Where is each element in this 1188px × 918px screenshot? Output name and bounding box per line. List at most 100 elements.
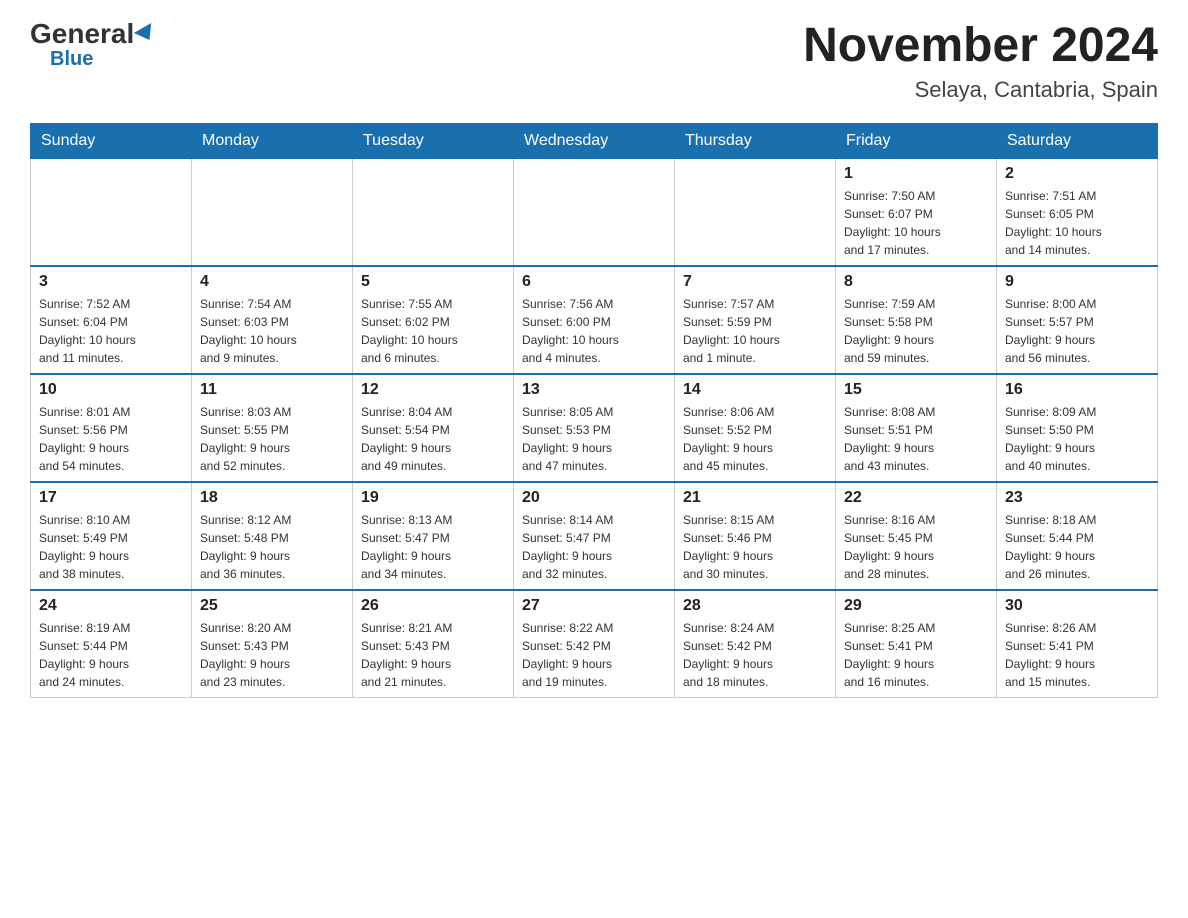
calendar-day-cell: 15 Sunrise: 8:08 AM Sunset: 5:51 PM Dayli… [836, 374, 997, 482]
day-number: 4 [200, 273, 344, 291]
calendar-day-cell: 25Sunrise: 8:20 AM Sunset: 5:43 PM Dayli… [192, 590, 353, 698]
day-number: 2 [1005, 165, 1149, 183]
day-info: Sunrise: 8:25 AM Sunset: 5:41 PM Dayligh… [844, 619, 988, 691]
day-number: 26 [361, 597, 505, 615]
calendar-day-cell: 28Sunrise: 8:24 AM Sunset: 5:42 PM Dayli… [675, 590, 836, 698]
calendar-week-row: 24Sunrise: 8:19 AM Sunset: 5:44 PM Dayli… [31, 590, 1158, 698]
day-number: 23 [1005, 489, 1149, 507]
day-info: Sunrise: 7:52 AM Sunset: 6:04 PM Dayligh… [39, 295, 183, 367]
day-number: 19 [361, 489, 505, 507]
logo-triangle-icon [134, 23, 158, 45]
calendar-day-cell: 17 Sunrise: 8:10 AM Sunset: 5:49 PM Dayli… [31, 482, 192, 590]
day-info: Sunrise: 8:14 AM Sunset: 5:47 PM Dayligh… [522, 511, 666, 583]
calendar-day-cell [192, 158, 353, 266]
day-number: 7 [683, 273, 827, 291]
calendar-day-cell: 30 Sunrise: 8:26 AM Sunset: 5:41 PM Dayli… [997, 590, 1158, 698]
calendar-day-cell [31, 158, 192, 266]
day-info: Sunrise: 7:56 AM Sunset: 6:00 PM Dayligh… [522, 295, 666, 367]
day-number: 3 [39, 273, 183, 291]
calendar-day-cell: 7Sunrise: 7:57 AM Sunset: 5:59 PM Daylig… [675, 266, 836, 374]
day-info: Sunrise: 7:55 AM Sunset: 6:02 PM Dayligh… [361, 295, 505, 367]
day-number: 28 [683, 597, 827, 615]
day-of-week-header: Saturday [997, 123, 1158, 158]
day-of-week-header: Wednesday [514, 123, 675, 158]
day-number: 14 [683, 381, 827, 399]
day-number: 30 [1005, 597, 1149, 615]
calendar-day-cell: 22 Sunrise: 8:16 AM Sunset: 5:45 PM Dayli… [836, 482, 997, 590]
calendar-day-cell: 9Sunrise: 8:00 AM Sunset: 5:57 PM Daylig… [997, 266, 1158, 374]
calendar-day-cell: 29 Sunrise: 8:25 AM Sunset: 5:41 PM Dayli… [836, 590, 997, 698]
day-info: Sunrise: 8:09 AM Sunset: 5:50 PM Dayligh… [1005, 403, 1149, 475]
calendar-day-cell [675, 158, 836, 266]
day-info: Sunrise: 7:50 AM Sunset: 6:07 PM Dayligh… [844, 187, 988, 259]
page-header: General Blue November 2024 Selaya, Canta… [30, 20, 1158, 103]
day-info: Sunrise: 8:26 AM Sunset: 5:41 PM Dayligh… [1005, 619, 1149, 691]
day-info: Sunrise: 8:16 AM Sunset: 5:45 PM Dayligh… [844, 511, 988, 583]
calendar-week-row: 10 Sunrise: 8:01 AM Sunset: 5:56 PM Dayli… [31, 374, 1158, 482]
day-info: Sunrise: 8:01 AM Sunset: 5:56 PM Dayligh… [39, 403, 183, 475]
calendar-day-cell: 19Sunrise: 8:13 AM Sunset: 5:47 PM Dayli… [353, 482, 514, 590]
day-of-week-header: Monday [192, 123, 353, 158]
calendar-day-cell: 16Sunrise: 8:09 AM Sunset: 5:50 PM Dayli… [997, 374, 1158, 482]
calendar-day-cell: 8Sunrise: 7:59 AM Sunset: 5:58 PM Daylig… [836, 266, 997, 374]
day-number: 20 [522, 489, 666, 507]
day-info: Sunrise: 8:18 AM Sunset: 5:44 PM Dayligh… [1005, 511, 1149, 583]
month-title: November 2024 [803, 20, 1158, 73]
location-text: Selaya, Cantabria, Spain [803, 77, 1158, 103]
calendar-day-cell: 23 Sunrise: 8:18 AM Sunset: 5:44 PM Dayli… [997, 482, 1158, 590]
day-info: Sunrise: 8:03 AM Sunset: 5:55 PM Dayligh… [200, 403, 344, 475]
calendar-day-cell: 11Sunrise: 8:03 AM Sunset: 5:55 PM Dayli… [192, 374, 353, 482]
calendar-day-cell: 4 Sunrise: 7:54 AM Sunset: 6:03 PM Daylig… [192, 266, 353, 374]
logo-blue-text: Blue [50, 48, 93, 71]
day-info: Sunrise: 8:04 AM Sunset: 5:54 PM Dayligh… [361, 403, 505, 475]
day-number: 21 [683, 489, 827, 507]
day-number: 24 [39, 597, 183, 615]
day-number: 27 [522, 597, 666, 615]
day-number: 6 [522, 273, 666, 291]
calendar-day-cell: 12 Sunrise: 8:04 AM Sunset: 5:54 PM Dayli… [353, 374, 514, 482]
calendar-day-cell: 6 Sunrise: 7:56 AM Sunset: 6:00 PM Daylig… [514, 266, 675, 374]
day-of-week-header: Thursday [675, 123, 836, 158]
day-info: Sunrise: 8:10 AM Sunset: 5:49 PM Dayligh… [39, 511, 183, 583]
day-info: Sunrise: 7:54 AM Sunset: 6:03 PM Dayligh… [200, 295, 344, 367]
day-info: Sunrise: 8:00 AM Sunset: 5:57 PM Dayligh… [1005, 295, 1149, 367]
day-info: Sunrise: 8:08 AM Sunset: 5:51 PM Dayligh… [844, 403, 988, 475]
day-number: 15 [844, 381, 988, 399]
logo-general-text: General [30, 20, 134, 48]
day-number: 10 [39, 381, 183, 399]
calendar-day-cell: 5Sunrise: 7:55 AM Sunset: 6:02 PM Daylig… [353, 266, 514, 374]
calendar-day-cell: 1 Sunrise: 7:50 AM Sunset: 6:07 PM Daylig… [836, 158, 997, 266]
calendar-day-cell: 27 Sunrise: 8:22 AM Sunset: 5:42 PM Dayli… [514, 590, 675, 698]
calendar-day-cell: 13 Sunrise: 8:05 AM Sunset: 5:53 PM Dayli… [514, 374, 675, 482]
calendar-day-cell: 20 Sunrise: 8:14 AM Sunset: 5:47 PM Dayli… [514, 482, 675, 590]
day-number: 17 [39, 489, 183, 507]
day-number: 12 [361, 381, 505, 399]
calendar-day-cell: 18 Sunrise: 8:12 AM Sunset: 5:48 PM Dayli… [192, 482, 353, 590]
calendar-day-cell: 21 Sunrise: 8:15 AM Sunset: 5:46 PM Dayli… [675, 482, 836, 590]
logo: General Blue [30, 20, 156, 71]
calendar-table: SundayMondayTuesdayWednesdayThursdayFrid… [30, 123, 1158, 698]
day-number: 1 [844, 165, 988, 183]
day-info: Sunrise: 8:22 AM Sunset: 5:42 PM Dayligh… [522, 619, 666, 691]
calendar-day-cell: 10 Sunrise: 8:01 AM Sunset: 5:56 PM Dayli… [31, 374, 192, 482]
day-of-week-header: Sunday [31, 123, 192, 158]
day-info: Sunrise: 7:51 AM Sunset: 6:05 PM Dayligh… [1005, 187, 1149, 259]
day-info: Sunrise: 8:12 AM Sunset: 5:48 PM Dayligh… [200, 511, 344, 583]
day-info: Sunrise: 8:05 AM Sunset: 5:53 PM Dayligh… [522, 403, 666, 475]
calendar-day-cell [353, 158, 514, 266]
calendar-week-row: 17 Sunrise: 8:10 AM Sunset: 5:49 PM Dayli… [31, 482, 1158, 590]
day-info: Sunrise: 8:06 AM Sunset: 5:52 PM Dayligh… [683, 403, 827, 475]
day-of-week-header: Tuesday [353, 123, 514, 158]
calendar-day-cell [514, 158, 675, 266]
day-number: 13 [522, 381, 666, 399]
day-of-week-header: Friday [836, 123, 997, 158]
day-info: Sunrise: 8:21 AM Sunset: 5:43 PM Dayligh… [361, 619, 505, 691]
day-info: Sunrise: 8:20 AM Sunset: 5:43 PM Dayligh… [200, 619, 344, 691]
calendar-day-cell: 2 Sunrise: 7:51 AM Sunset: 6:05 PM Daylig… [997, 158, 1158, 266]
day-info: Sunrise: 8:15 AM Sunset: 5:46 PM Dayligh… [683, 511, 827, 583]
day-number: 22 [844, 489, 988, 507]
calendar-week-row: 1 Sunrise: 7:50 AM Sunset: 6:07 PM Daylig… [31, 158, 1158, 266]
calendar-week-row: 3 Sunrise: 7:52 AM Sunset: 6:04 PM Daylig… [31, 266, 1158, 374]
day-number: 29 [844, 597, 988, 615]
day-number: 18 [200, 489, 344, 507]
